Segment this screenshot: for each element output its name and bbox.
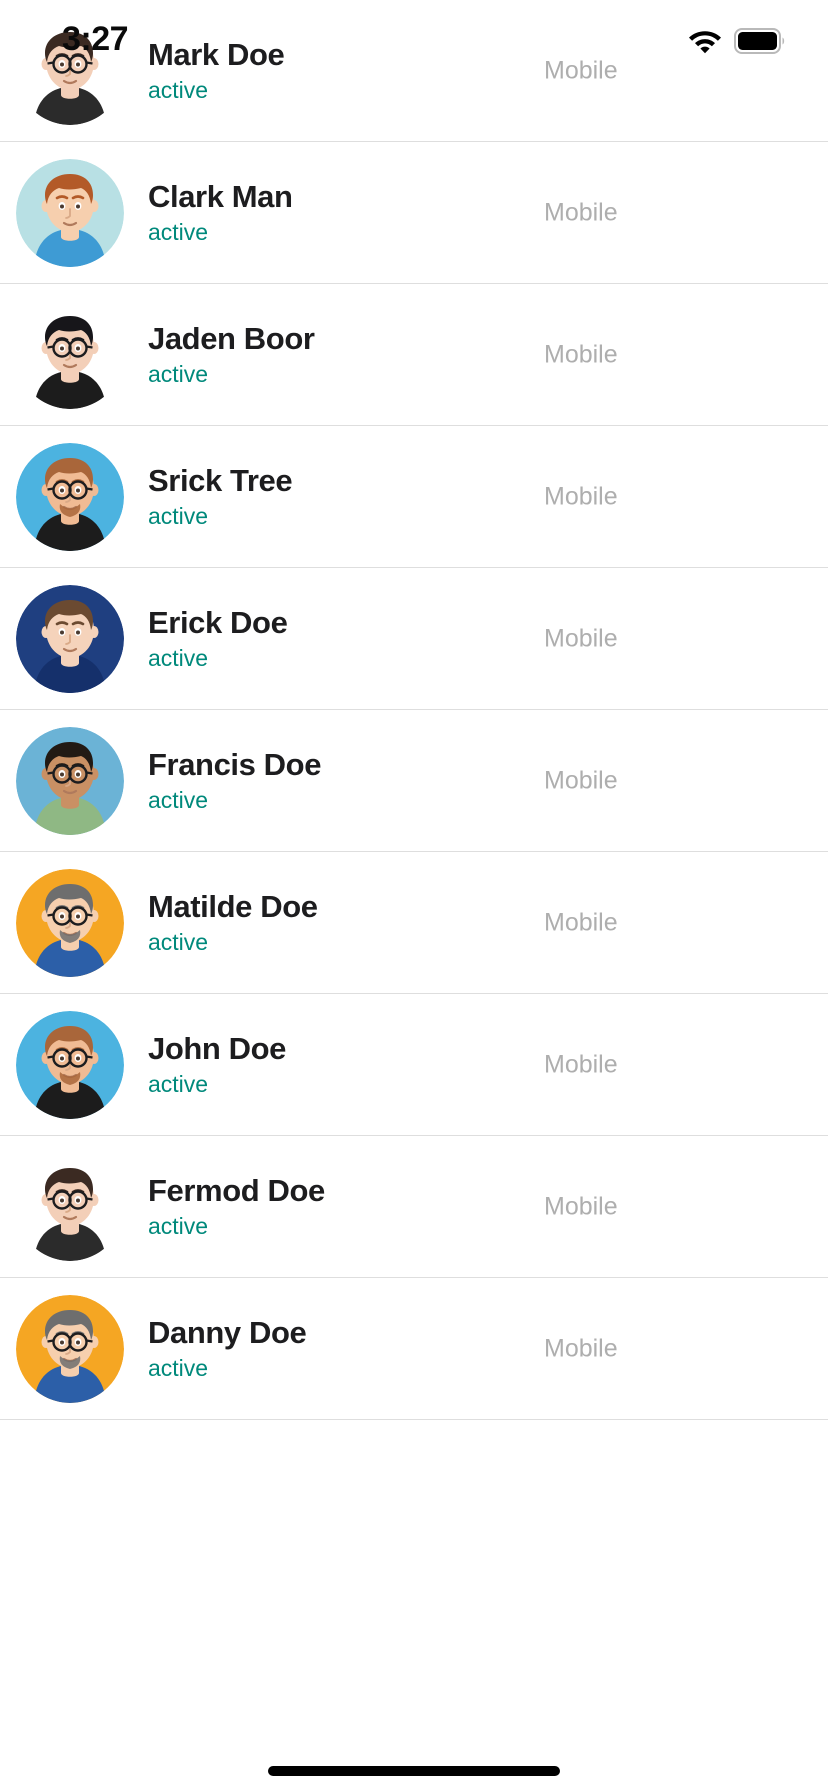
contact-device-label: Mobile xyxy=(544,1050,618,1078)
contact-status-badge: active xyxy=(148,787,209,813)
contact-row[interactable]: John Doe active Mobile xyxy=(0,994,828,1136)
contact-row[interactable]: Francis Doe active Mobile xyxy=(0,710,828,852)
contact-device-label: Mobile xyxy=(544,1334,618,1362)
contact-status-badge: active xyxy=(148,361,209,387)
contact-text: Mark Doe active xyxy=(148,37,488,104)
contact-status-badge: active xyxy=(148,77,209,103)
contact-text: Fermod Doe active xyxy=(148,1173,488,1240)
contact-status-badge: active xyxy=(148,503,209,529)
avatar-erick-doe xyxy=(16,584,124,693)
contact-device-label: Mobile xyxy=(544,198,618,226)
contact-status-badge: active xyxy=(148,645,209,671)
contact-name: Erick Doe xyxy=(148,605,288,640)
contact-text: Danny Doe active xyxy=(148,1315,488,1382)
contact-name: John Doe xyxy=(148,1031,287,1066)
contact-list[interactable]: Mark Doe active Mobile Clark Man active Mobil… xyxy=(0,0,828,1420)
contact-status-badge: active xyxy=(148,1355,209,1381)
avatar-srick-tree xyxy=(16,442,124,551)
contact-device-label: Mobile xyxy=(544,908,618,936)
contact-text: John Doe active xyxy=(148,1031,488,1098)
contact-row[interactable]: Matilde Doe active Mobile xyxy=(0,852,828,994)
contact-device-label: Mobile xyxy=(544,1192,618,1220)
avatar-jaden-boor xyxy=(16,300,124,409)
phone-screen: Mark Doe active Mobile Clark Man active Mobil… xyxy=(0,0,828,1792)
contact-row[interactable]: Danny Doe active Mobile xyxy=(0,1278,828,1420)
contact-status-badge: active xyxy=(148,1213,209,1239)
avatar-danny-doe xyxy=(16,1294,124,1403)
contact-device-label: Mobile xyxy=(544,482,618,510)
avatar-fermod-doe xyxy=(16,1152,124,1261)
contact-name: Srick Tree xyxy=(148,463,293,498)
contact-text: Francis Doe active xyxy=(148,747,488,814)
avatar-mark-doe xyxy=(16,16,124,125)
contact-text: Srick Tree active xyxy=(148,463,488,530)
contact-row[interactable]: Srick Tree active Mobile xyxy=(0,426,828,568)
contact-row[interactable]: Mark Doe active Mobile xyxy=(0,0,828,142)
avatar-matilde-doe xyxy=(16,868,124,977)
contact-status-badge: active xyxy=(148,929,209,955)
contact-device-label: Mobile xyxy=(544,340,618,368)
contact-status-badge: active xyxy=(148,219,209,245)
contact-row[interactable]: Clark Man active Mobile xyxy=(0,142,828,284)
avatar-john-doe xyxy=(16,1010,124,1119)
avatar-clark-man xyxy=(16,158,124,267)
contact-text: Jaden Boor active xyxy=(148,321,488,388)
contact-name: Clark Man xyxy=(148,179,293,214)
contact-text: Erick Doe active xyxy=(148,605,488,672)
avatar-francis-doe xyxy=(16,726,124,835)
contact-text: Clark Man active xyxy=(148,179,488,246)
home-indicator[interactable] xyxy=(268,1766,560,1776)
contact-device-label: Mobile xyxy=(544,766,618,794)
contact-status-badge: active xyxy=(148,1071,209,1097)
contact-text: Matilde Doe active xyxy=(148,889,488,956)
contact-name: Danny Doe xyxy=(148,1315,307,1350)
contact-name: Mark Doe xyxy=(148,37,285,72)
contact-name: Francis Doe xyxy=(148,747,322,782)
contact-device-label: Mobile xyxy=(544,624,618,652)
contact-name: Fermod Doe xyxy=(148,1173,325,1208)
contact-row[interactable]: Fermod Doe active Mobile xyxy=(0,1136,828,1278)
contact-row[interactable]: Erick Doe active Mobile xyxy=(0,568,828,710)
contact-row[interactable]: Jaden Boor active Mobile xyxy=(0,284,828,426)
contact-name: Matilde Doe xyxy=(148,889,318,924)
contact-device-label: Mobile xyxy=(544,56,618,84)
contact-name: Jaden Boor xyxy=(148,321,315,356)
